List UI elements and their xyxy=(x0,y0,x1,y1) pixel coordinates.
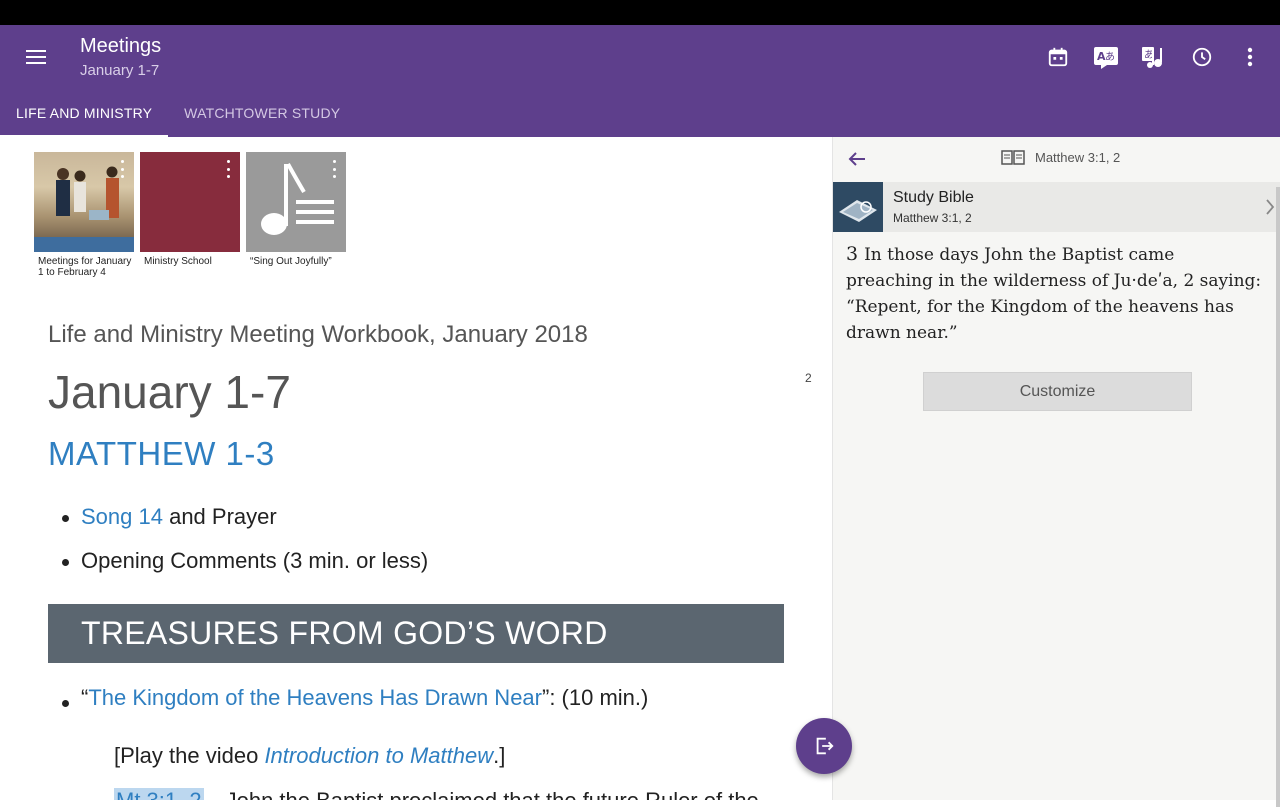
thumbnail-label: Ministry School xyxy=(144,256,212,267)
more-vert-icon[interactable] xyxy=(1226,33,1274,81)
tab-life-and-ministry[interactable]: LIFE AND MINISTRY xyxy=(0,89,169,137)
thumbnail-label: Meetings for January 1 to February 4 xyxy=(38,256,132,278)
meetings-photo xyxy=(34,152,134,252)
thumbnail-meetings[interactable]: Meetings for January 1 to February 4 xyxy=(34,152,134,278)
toolbar-actions: Aあ あ xyxy=(1034,33,1274,81)
music-note-icon xyxy=(246,152,346,252)
page-number: 2 xyxy=(805,371,812,385)
back-arrow-icon[interactable] xyxy=(841,143,873,175)
bible-side-panel: Matthew 3:1, 2 Study Bible Matthew 3:1, … xyxy=(832,137,1280,807)
main-content: Meetings for January 1 to February 4 Min… xyxy=(0,137,832,800)
calendar-icon[interactable] xyxy=(1034,33,1082,81)
page-title: Meetings xyxy=(80,35,162,57)
video-link[interactable]: Introduction to Matthew xyxy=(264,743,493,768)
list-item: Opening Comments (3 min. or less) xyxy=(60,545,428,589)
translate-icon[interactable]: Aあ xyxy=(1082,33,1130,81)
bible-icon xyxy=(1001,150,1025,165)
thumbnail-more-icon[interactable] xyxy=(328,160,340,178)
thumbnail-more-icon[interactable] xyxy=(116,160,128,178)
bible-reading-link[interactable]: MATTHEW 1-3 xyxy=(48,435,275,473)
study-bible-row[interactable]: Study Bible Matthew 3:1, 2 xyxy=(833,182,1280,232)
chevron-right-icon xyxy=(1265,198,1275,221)
svg-text:あ: あ xyxy=(1105,51,1115,63)
panel-reference: Matthew 3:1, 2 xyxy=(1001,149,1120,165)
week-heading: January 1-7 xyxy=(48,366,291,418)
thumbnail-sing-out-joyfully[interactable]: “Sing Out Joyfully” xyxy=(246,152,346,278)
song-link[interactable]: Song 14 xyxy=(81,504,163,529)
status-bar xyxy=(0,0,1280,25)
verse-number: 3 xyxy=(846,243,859,265)
talk-link[interactable]: The Kingdom of the Heavens Has Drawn Nea… xyxy=(88,685,542,710)
app-bar: Meetings January 1-7 Aあ あ LIFE AND MINIS… xyxy=(0,25,1280,137)
study-bible-cover xyxy=(833,182,883,232)
panel-reference-text: Matthew 3:1, 2 xyxy=(1035,149,1121,165)
video-note: [Play the video Introduction to Matthew.… xyxy=(114,743,505,769)
panel-scrollbar[interactable] xyxy=(1276,187,1280,807)
logout-icon xyxy=(816,737,834,755)
thumbnail-label: “Sing Out Joyfully” xyxy=(250,256,332,267)
opening-list: Song 14 and Prayer Opening Comments (3 m… xyxy=(60,501,428,589)
language-music-icon[interactable]: あ xyxy=(1130,33,1178,81)
scripture-note: Mt 3:1, 2—John the Baptist proclaimed th… xyxy=(114,788,759,800)
tab-bar: LIFE AND MINISTRY WATCHTOWER STUDY xyxy=(0,89,356,137)
study-bible-subtitle: Matthew 3:1, 2 xyxy=(893,211,972,225)
menu-icon[interactable] xyxy=(16,37,56,77)
ministry-school-cover xyxy=(140,152,240,252)
exit-fab-button[interactable] xyxy=(796,718,852,774)
list-item-text: and Prayer xyxy=(162,504,277,529)
scripture-ref-link[interactable]: Mt 3:1, 2 xyxy=(114,788,204,800)
study-bible-title: Study Bible xyxy=(893,189,974,206)
talk-item: “The Kingdom of the Heavens Has Drawn Ne… xyxy=(60,685,648,711)
tab-watchtower-study[interactable]: WATCHTOWER STUDY xyxy=(168,89,356,137)
customize-button[interactable]: Customize xyxy=(923,372,1192,411)
scripture-note-text: —John the Baptist proclaimed that the fu… xyxy=(204,788,759,800)
list-item: Song 14 and Prayer xyxy=(60,501,428,545)
verse-text: 3 In those days John the Baptist came pre… xyxy=(846,241,1266,346)
talk-duration: ”: (10 min.) xyxy=(542,685,649,710)
workbook-title: Life and Ministry Meeting Workbook, Janu… xyxy=(48,321,588,348)
media-thumbnails: Meetings for January 1 to February 4 Min… xyxy=(34,152,346,278)
video-suffix: .] xyxy=(493,743,506,768)
history-icon[interactable] xyxy=(1178,33,1226,81)
thumbnail-ministry-school[interactable]: Ministry School xyxy=(140,152,240,278)
page-subtitle: January 1-7 xyxy=(80,62,160,79)
verse-body: In those days John the Baptist came prea… xyxy=(846,245,1262,343)
section-banner: TREASURES FROM GOD’S WORD xyxy=(48,604,784,663)
thumbnail-more-icon[interactable] xyxy=(222,160,234,178)
video-prefix: [Play the video xyxy=(114,743,265,768)
study-bible-text: Study Bible Matthew 3:1, 2 xyxy=(893,189,974,225)
